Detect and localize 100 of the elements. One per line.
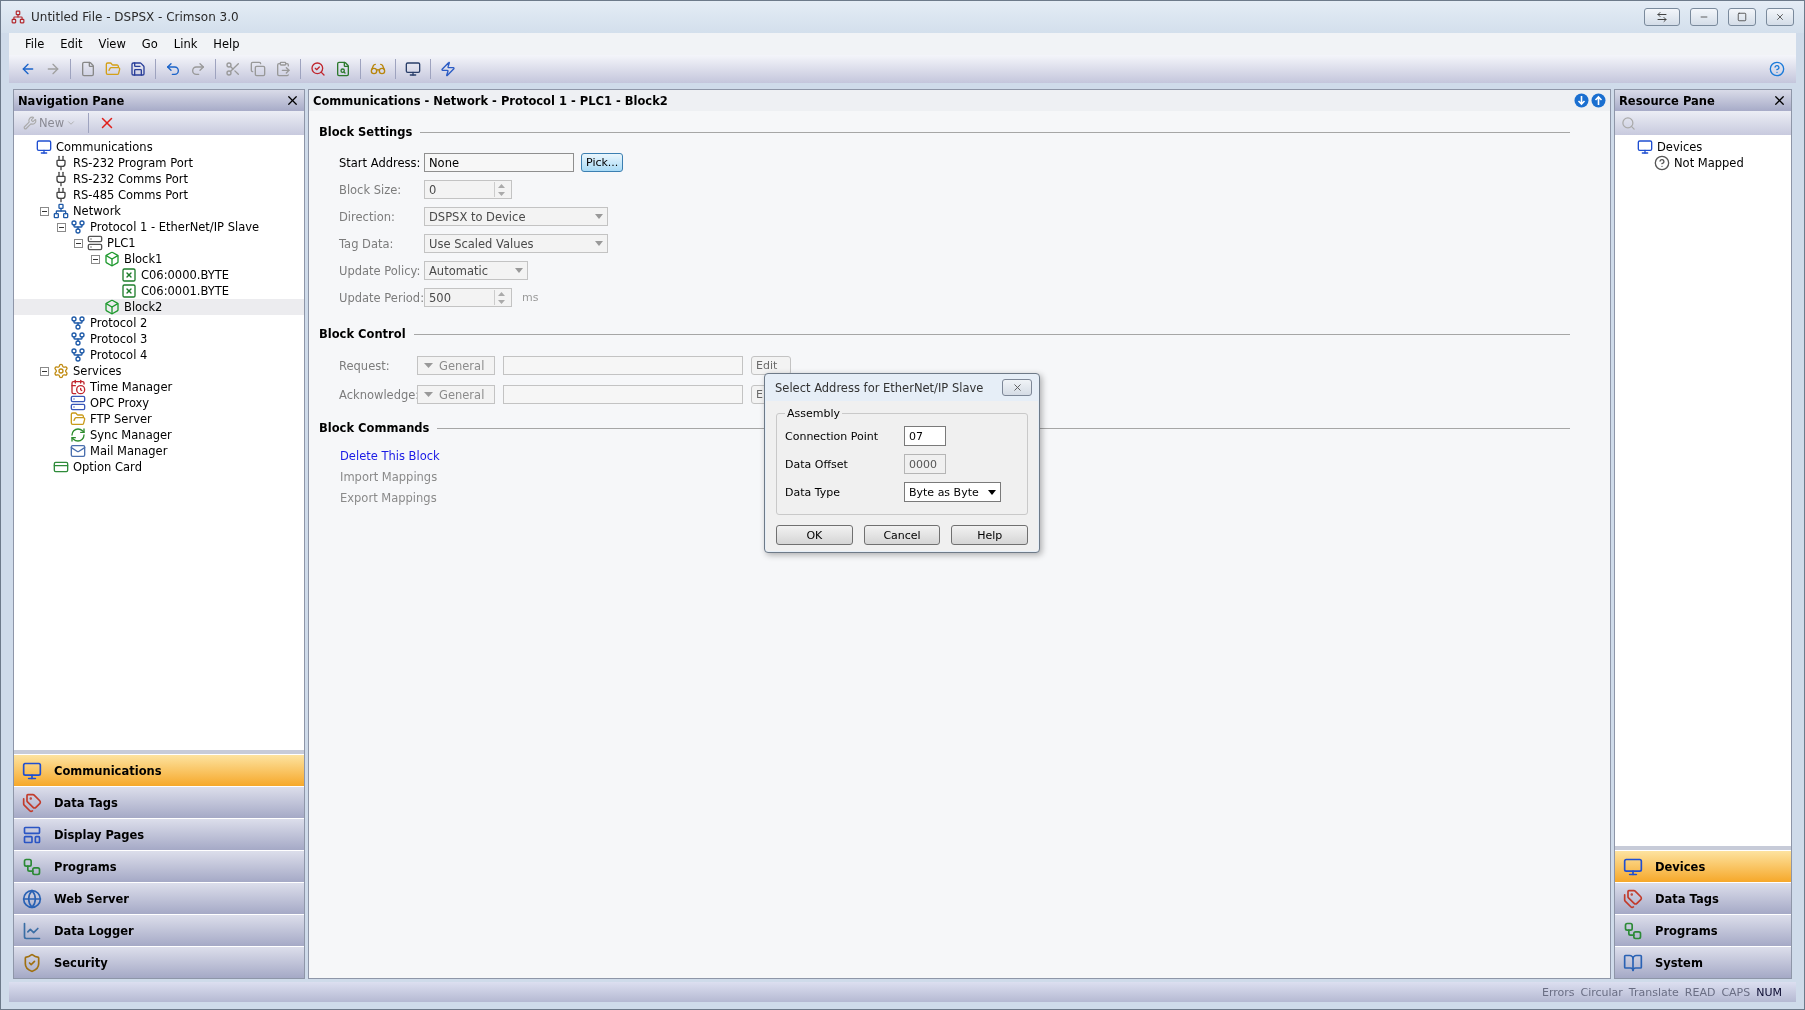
tree-item[interactable]: Not Mapped	[1615, 155, 1791, 171]
close-icon	[1775, 12, 1785, 22]
collapse-toggle[interactable]	[39, 366, 49, 376]
pick-button[interactable]: Pick...	[581, 153, 624, 172]
category-button[interactable]: Data Tags	[1615, 882, 1791, 914]
menu-item[interactable]: Go	[135, 35, 164, 53]
input-field[interactable]	[503, 356, 743, 375]
tree-item[interactable]: Mail Manager	[14, 443, 304, 459]
menu-item[interactable]: Edit	[54, 35, 89, 53]
search-icon	[1621, 115, 1636, 131]
flowchart-icon	[1623, 920, 1643, 941]
menu-item[interactable]: Link	[167, 35, 204, 53]
tree-item[interactable]: C06:0001.BYTE	[14, 283, 304, 299]
tree-item[interactable]: RS-232 Comms Port	[14, 171, 304, 187]
cube-icon	[104, 299, 120, 315]
category-button[interactable]: Web Server	[14, 882, 304, 914]
calendar-clock-icon	[70, 379, 86, 395]
tree-item[interactable]: C06:0000.BYTE	[14, 267, 304, 283]
tree-item[interactable]: OPC Proxy	[14, 395, 304, 411]
tree-item[interactable]: Devices	[1615, 139, 1791, 155]
category-button[interactable]: Data Tags	[14, 786, 304, 818]
field-label: Acknowledge:	[339, 387, 417, 402]
tags-icon	[1623, 888, 1643, 909]
tree-item[interactable]: RS-232 Program Port	[14, 155, 304, 171]
collapse-toggle[interactable]	[90, 254, 100, 264]
field-label: Direction:	[339, 209, 396, 224]
tree-item[interactable]: Protocol 2	[14, 315, 304, 331]
input-field[interactable]	[503, 385, 743, 404]
tree-item[interactable]: Services	[14, 363, 304, 379]
maximize-button[interactable]	[1728, 8, 1756, 26]
input-field[interactable]: None	[424, 153, 574, 172]
tree-item[interactable]: Sync Manager	[14, 427, 304, 443]
menu-item[interactable]: Help	[207, 35, 246, 53]
menu-item[interactable]: View	[92, 35, 132, 53]
minimize-button[interactable]	[1690, 8, 1718, 26]
down-arrow-icon[interactable]	[1574, 93, 1589, 108]
category-button[interactable]: Programs	[1615, 914, 1791, 946]
field-label: Update Period:	[339, 290, 424, 305]
caret-icon	[515, 268, 523, 273]
fork-icon	[70, 315, 86, 331]
flowchart-icon	[22, 856, 42, 877]
field-label: Data Offset	[785, 457, 849, 471]
category-button[interactable]: System	[1615, 946, 1791, 978]
server-icon	[70, 395, 86, 411]
field-label: Data Type	[785, 485, 842, 499]
menu-item[interactable]: File	[19, 35, 51, 53]
monitor-icon	[1623, 856, 1643, 877]
dialog-button[interactable]: Cancel	[863, 525, 941, 545]
category-button[interactable]: Data Logger	[14, 914, 304, 946]
dialog-button[interactable]: OK	[776, 525, 853, 545]
search-icon	[310, 61, 326, 77]
tree-item[interactable]: Option Card	[14, 459, 304, 475]
tree-item[interactable]: Block1	[14, 251, 304, 267]
file-icon	[80, 61, 96, 77]
tree-item[interactable]: Protocol 3	[14, 331, 304, 347]
x-square-icon	[121, 267, 137, 283]
close-button[interactable]	[1002, 379, 1032, 396]
collapse-toggle[interactable]	[56, 222, 66, 232]
close-button[interactable]	[1766, 8, 1794, 26]
category-button[interactable]: Devices	[1615, 850, 1791, 882]
category-button[interactable]: Programs	[14, 850, 304, 882]
undo-icon	[165, 61, 181, 77]
tree-item[interactable]: FTP Server	[14, 411, 304, 427]
input-field[interactable]: 07	[904, 426, 946, 446]
maximize-icon	[1737, 12, 1747, 22]
tree-item[interactable]: Protocol 1 - EtherNet/IP Slave	[14, 219, 304, 235]
tree-item[interactable]: Protocol 4	[14, 347, 304, 363]
field-label: Block Size:	[339, 182, 403, 197]
monitor-icon	[405, 61, 421, 77]
dialog-button[interactable]: Help	[951, 525, 1028, 545]
fork-icon	[70, 347, 86, 363]
command-link[interactable]: Delete This Block	[340, 448, 440, 463]
status-indicator: NUM	[1756, 985, 1782, 999]
monitor-icon	[36, 139, 52, 155]
collapse-toggle[interactable]	[39, 206, 49, 216]
caret-icon	[988, 489, 996, 495]
shield-icon	[22, 952, 42, 973]
tree-item[interactable]: PLC1	[14, 235, 304, 251]
close-icon	[285, 93, 300, 108]
tree-item[interactable]: Communications	[14, 139, 304, 155]
category-button[interactable]: Display Pages	[14, 818, 304, 850]
tree-item[interactable]: RS-485 Comms Port	[14, 187, 304, 203]
category-button[interactable]: Security	[14, 946, 304, 978]
field-label: Update Policy:	[339, 263, 422, 278]
collapse-toggle[interactable]	[73, 238, 83, 248]
caret-icon	[595, 241, 603, 246]
spin-arrows-icon[interactable]	[497, 291, 505, 304]
help-icon	[1769, 61, 1785, 77]
pane-title: Resource Pane	[1619, 93, 1715, 108]
tree-item[interactable]: Block2	[14, 299, 304, 315]
dropdown[interactable]: Byte as Byte	[904, 482, 1001, 502]
tree-item[interactable]: Time Manager	[14, 379, 304, 395]
up-arrow-icon[interactable]	[1591, 93, 1606, 108]
close-icon	[1772, 93, 1787, 108]
spin-arrows-icon[interactable]	[497, 183, 505, 196]
restore-layout-button[interactable]	[1644, 8, 1680, 26]
clipboard-icon	[275, 61, 291, 77]
breadcrumb: Communications - Network - Protocol 1 - PLC1 - Block2	[309, 90, 1610, 111]
tree-item[interactable]: Network	[14, 203, 304, 219]
category-button[interactable]: Communications	[14, 754, 304, 786]
